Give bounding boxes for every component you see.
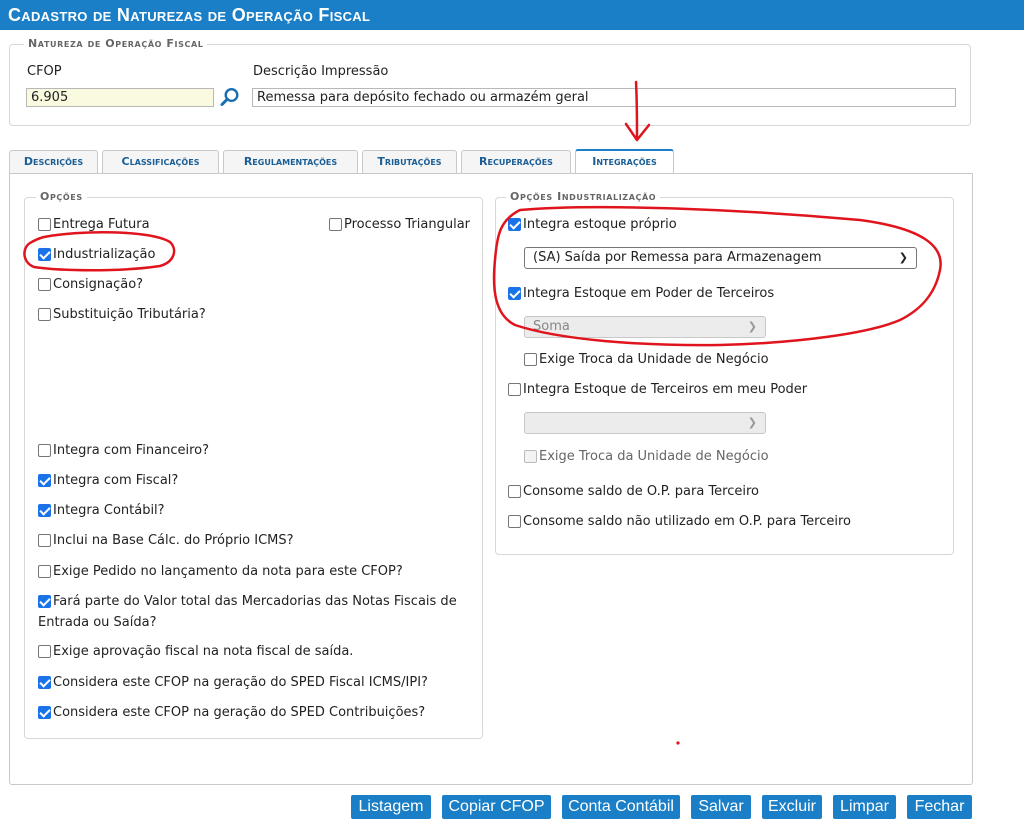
substituicao-tributaria-checkbox[interactable]: Substituição Tributária?	[38, 307, 206, 322]
descricao-label: Descrição Impressão	[253, 64, 389, 79]
natureza-legend: Natureza de Operação Fiscal	[24, 37, 208, 50]
window-title: Cadastro de Naturezas de Operação Fiscal	[0, 0, 1024, 30]
checkbox-box	[508, 383, 521, 396]
listagem-button[interactable]: Listagem	[351, 795, 431, 819]
exige-troca-unidade-2-checkbox[interactable]: Exige Troca da Unidade de Negócio	[524, 449, 769, 464]
checkbox-box	[38, 218, 51, 231]
checkbox-box	[38, 248, 51, 261]
checkbox-box	[38, 676, 51, 689]
checkbox-box	[38, 444, 51, 457]
checkbox-box	[38, 308, 51, 321]
tab-tributacoes[interactable]: Tributações	[362, 150, 457, 173]
fechar-button[interactable]: Fechar	[907, 795, 972, 819]
exige-troca-unidade-1-label: Exige Troca da Unidade de Negócio	[539, 352, 769, 367]
saida-remessa-select[interactable]: (SA) Saída por Remessa para Armazenagem …	[524, 247, 917, 269]
consignacao-checkbox[interactable]: Consignação?	[38, 277, 143, 292]
checkbox-box	[38, 645, 51, 658]
checkbox-box	[38, 706, 51, 719]
tab-recuperacoes[interactable]: Recuperações	[461, 150, 571, 173]
industrializacao-label: Industrialização	[53, 247, 156, 262]
chevron-down-icon: ❯	[747, 416, 757, 429]
consome-saldo-op-checkbox[interactable]: Consome saldo de O.P. para Terceiro	[508, 484, 759, 499]
integra-financeiro-label: Integra com Financeiro?	[53, 443, 210, 458]
search-icon[interactable]	[219, 86, 241, 108]
consome-saldo-nao-utilizado-checkbox[interactable]: Consome saldo não utilizado em O.P. para…	[508, 514, 851, 529]
checkbox-box	[508, 287, 521, 300]
soma-value: Soma	[533, 319, 570, 334]
integra-poder-terceiros-label: Integra Estoque em Poder de Terceiros	[523, 286, 775, 301]
meu-poder-select[interactable]: ❯	[524, 412, 766, 434]
tab-regulamentacoes[interactable]: Regulamentações	[223, 150, 358, 173]
checkbox-box	[524, 353, 537, 366]
exige-troca-unidade-1-checkbox[interactable]: Exige Troca da Unidade de Negócio	[524, 352, 769, 367]
integra-contabil-checkbox[interactable]: Integra Contábil?	[38, 503, 165, 518]
excluir-button[interactable]: Excluir	[762, 795, 822, 819]
cfop-input[interactable]: 6.905	[26, 88, 214, 107]
inclui-base-icms-label: Inclui na Base Cálc. do Próprio ICMS?	[53, 533, 294, 548]
copiar-cfop-button[interactable]: Copiar CFOP	[442, 795, 551, 819]
descricao-input[interactable]: Remessa para depósito fechado ou armazém…	[252, 88, 956, 107]
integra-contabil-label: Integra Contábil?	[53, 503, 165, 518]
integra-estoque-proprio-checkbox[interactable]: Integra estoque próprio	[508, 217, 677, 232]
valor-total-mercadorias-label-line2: Entrada ou Saída?	[38, 615, 157, 630]
checkbox-box	[329, 218, 342, 231]
natureza-section: Natureza de Operação Fiscal	[9, 37, 971, 126]
exige-aprovacao-fiscal-checkbox[interactable]: Exige aprovação fiscal na nota fiscal de…	[38, 644, 353, 659]
integra-fiscal-checkbox[interactable]: Integra com Fiscal?	[38, 473, 178, 488]
checkbox-box	[38, 565, 51, 578]
sped-contribuicoes-checkbox[interactable]: Considera este CFOP na geração do SPED C…	[38, 705, 425, 720]
exige-aprovacao-fiscal-label: Exige aprovação fiscal na nota fiscal de…	[53, 644, 354, 659]
consignacao-label: Consignação?	[53, 277, 144, 292]
checkbox-box	[38, 474, 51, 487]
chevron-down-icon: ❯	[747, 320, 757, 333]
integra-poder-terceiros-checkbox[interactable]: Integra Estoque em Poder de Terceiros	[508, 286, 774, 301]
exige-troca-unidade-2-label: Exige Troca da Unidade de Negócio	[539, 449, 769, 464]
entrega-futura-label: Entrega Futura	[53, 217, 150, 232]
sped-fiscal-checkbox[interactable]: Considera este CFOP na geração do SPED F…	[38, 675, 428, 690]
substituicao-tributaria-label: Substituição Tributária?	[53, 307, 206, 322]
tab-descricoes[interactable]: Descrições	[9, 150, 98, 173]
checkbox-box	[508, 218, 521, 231]
integra-financeiro-checkbox[interactable]: Integra com Financeiro?	[38, 443, 209, 458]
sped-fiscal-label: Considera este CFOP na geração do SPED F…	[53, 675, 428, 690]
integra-terceiros-meu-poder-checkbox[interactable]: Integra Estoque de Terceiros em meu Pode…	[508, 382, 807, 397]
processo-triangular-checkbox[interactable]: Processo Triangular	[329, 217, 470, 232]
checkbox-box	[524, 450, 537, 463]
checkbox-box	[508, 515, 521, 528]
checkbox-box	[38, 504, 51, 517]
exige-pedido-label: Exige Pedido no lançamento da nota para …	[53, 564, 403, 579]
integra-estoque-proprio-label: Integra estoque próprio	[523, 217, 677, 232]
inclui-base-icms-checkbox[interactable]: Inclui na Base Cálc. do Próprio ICMS?	[38, 533, 294, 548]
opcoes-legend: Opções	[36, 190, 87, 203]
industrializacao-legend: Opções Industrialização	[506, 190, 661, 203]
saida-remessa-value: (SA) Saída por Remessa para Armazenagem	[533, 250, 822, 265]
consome-saldo-nao-utilizado-label: Consome saldo não utilizado em O.P. para…	[523, 514, 852, 529]
salvar-button[interactable]: Salvar	[691, 795, 751, 819]
sped-contribuicoes-label: Considera este CFOP na geração do SPED C…	[53, 705, 426, 720]
industrializacao-checkbox[interactable]: Industrialização	[38, 247, 155, 262]
processo-triangular-label: Processo Triangular	[344, 217, 471, 232]
checkbox-box	[38, 595, 51, 608]
valor-total-mercadorias-checkbox[interactable]: Fará parte do Valor total das Mercadoria…	[38, 594, 457, 609]
limpar-button[interactable]: Limpar	[833, 795, 896, 819]
checkbox-box	[38, 278, 51, 291]
chevron-down-icon: ❯	[898, 251, 908, 264]
checkbox-box	[508, 485, 521, 498]
tab-classificacoes[interactable]: Classificações	[102, 150, 219, 173]
valor-total-mercadorias-label: Fará parte do Valor total das Mercadoria…	[53, 594, 457, 609]
checkbox-box	[38, 534, 51, 547]
conta-contabil-button[interactable]: Conta Contábil	[562, 795, 680, 819]
integra-terceiros-meu-poder-label: Integra Estoque de Terceiros em meu Pode…	[523, 382, 808, 397]
soma-select[interactable]: Soma ❯	[524, 316, 766, 338]
consome-saldo-op-label: Consome saldo de O.P. para Terceiro	[523, 484, 759, 499]
integra-fiscal-label: Integra com Fiscal?	[53, 473, 179, 488]
exige-pedido-checkbox[interactable]: Exige Pedido no lançamento da nota para …	[38, 564, 403, 579]
tab-integracoes[interactable]: Integrações	[575, 149, 674, 174]
entrega-futura-checkbox[interactable]: Entrega Futura	[38, 217, 150, 232]
cfop-label: CFOP	[27, 64, 62, 79]
